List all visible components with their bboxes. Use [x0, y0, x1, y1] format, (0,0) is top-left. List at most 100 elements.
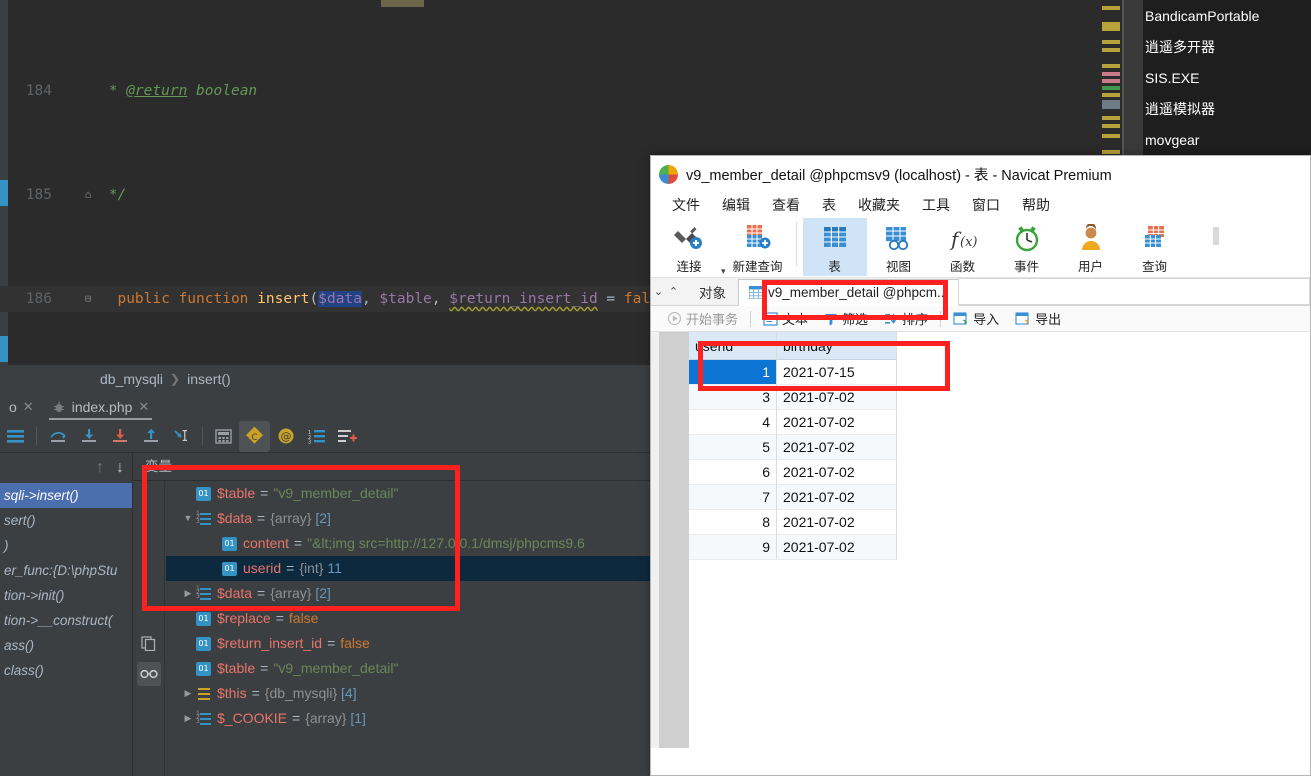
editor-tab-index-php[interactable]: index.php ✕ — [43, 393, 159, 420]
frame-item-3[interactable]: er_func:{D:\phpStu — [0, 558, 132, 583]
desktop-item-3[interactable]: 逍遥模拟器 — [1143, 93, 1311, 124]
fold-icon[interactable]: ⌂ — [80, 182, 96, 208]
cell-userid[interactable]: 7 — [689, 485, 777, 510]
object-tab-v9-member-detail[interactable]: v9_member_detail @phpcm... — [738, 278, 960, 306]
toolbar-query[interactable]: 查询 — [1123, 218, 1187, 276]
variables-list[interactable]: 01 $table = "v9_member_detail" ▼ 1 2 3 $data = {ar… — [166, 481, 650, 776]
begin-transaction-button[interactable]: 开始事务 — [659, 309, 746, 328]
toolbar-connection[interactable]: 连接 — [657, 218, 721, 276]
frame-item-4[interactable]: tion->init() — [0, 583, 132, 608]
variable-row-3[interactable]: 01 userid = {int} 11 — [166, 556, 650, 581]
watches-glasses-icon[interactable] — [136, 662, 161, 686]
chevron-down-icon[interactable]: ⌄ — [651, 285, 666, 298]
toolbar-view[interactable]: 视图 — [867, 218, 931, 276]
menu-item-7[interactable]: 帮助 — [1011, 195, 1061, 215]
copy-icon[interactable] — [137, 631, 161, 655]
menu-item-3[interactable]: 表 — [811, 195, 847, 215]
frame-down-icon[interactable]: ↓ — [116, 459, 124, 477]
menu-item-4[interactable]: 收藏夹 — [847, 195, 911, 215]
toolbar-new-query[interactable]: 新建查询 — [726, 218, 790, 276]
close-icon[interactable]: ✕ — [23, 399, 34, 415]
toolbar-overflow[interactable] — [1187, 218, 1251, 276]
frame-item-7[interactable]: class() — [0, 658, 132, 683]
table-row[interactable]: 1 2021-07-15 — [689, 360, 897, 385]
editor-tab-0[interactable]: o ✕ — [0, 393, 43, 420]
cell-birthday[interactable]: 2021-07-02 — [777, 510, 897, 535]
column-header-userid[interactable]: userid — [689, 332, 777, 360]
cell-userid[interactable]: 6 — [689, 460, 777, 485]
column-header-birthday[interactable]: birthday — [777, 332, 897, 360]
cell-userid[interactable]: 4 — [689, 410, 777, 435]
export-button[interactable]: 导出 — [1007, 309, 1069, 328]
cell-birthday[interactable]: 2021-07-02 — [777, 410, 897, 435]
fold-icon[interactable]: ⊟ — [80, 286, 96, 312]
breadcrumb-method[interactable]: insert() — [187, 371, 231, 387]
table-row[interactable]: 7 2021-07-02 — [689, 485, 897, 510]
variables-side-rail[interactable] — [133, 481, 165, 776]
frames-pane[interactable]: ↑ ↓ sqli->insert() sert()) er_func:{D:\php… — [0, 453, 133, 776]
table-row[interactable]: 9 2021-07-02 — [689, 535, 897, 560]
desktop-item-2[interactable]: SIS.EXE — [1143, 62, 1311, 93]
expand-arrow-icon[interactable]: ▶ — [180, 581, 196, 606]
import-button[interactable]: 导入 — [945, 309, 1007, 328]
expand-arrow-icon[interactable]: ▶ — [180, 706, 196, 731]
close-icon[interactable]: ✕ — [138, 399, 149, 415]
sort-button[interactable]: 排序 — [876, 309, 936, 328]
cell-userid[interactable]: 5 — [689, 435, 777, 460]
navicat-data-grid[interactable]: userid birthday 1 2021-07-15 3 2021-07-02 4 202… — [651, 332, 1310, 748]
chevron-up-icon[interactable]: ⌃ — [666, 285, 681, 298]
menu-item-6[interactable]: 窗口 — [961, 195, 1011, 215]
expand-arrow-icon[interactable]: ▼ — [180, 506, 196, 531]
cell-birthday[interactable]: 2021-07-02 — [777, 485, 897, 510]
toolbar-function[interactable]: f (x) 函数 — [931, 218, 995, 276]
navicat-title-bar[interactable]: v9_member_detail @phpcmsv9 (localhost) -… — [651, 156, 1310, 192]
variable-row-5[interactable]: 01 $replace = false — [166, 606, 650, 631]
navicat-object-bar[interactable]: ⌄ ⌃ 对象 v9_member_detail @phpcm... — [651, 278, 1310, 306]
grid-left-scroll-strip[interactable] — [651, 332, 659, 748]
run-to-cursor-icon[interactable] — [166, 421, 197, 452]
cell-userid[interactable]: 1 — [689, 360, 777, 385]
cell-birthday[interactable]: 2021-07-02 — [777, 385, 897, 410]
variable-row-6[interactable]: 01 $return_insert_id = false — [166, 631, 650, 656]
cell-birthday[interactable]: 2021-07-02 — [777, 460, 897, 485]
table-row[interactable]: 8 2021-07-02 — [689, 510, 897, 535]
toolbar-event[interactable]: 事件 — [995, 218, 1059, 276]
desktop-item-1[interactable]: 逍遥多开器 — [1143, 31, 1311, 62]
menu-icon[interactable] — [0, 421, 31, 452]
variable-row-8[interactable]: ▶ $this = {db_mysqli} [4] — [166, 681, 650, 706]
breadcrumb-class[interactable]: db_mysqli — [100, 371, 163, 387]
desktop-shortcut-list[interactable]: BandicamPortable 逍遥多开器 SIS.EXE 逍遥模拟器 movgear — [1143, 0, 1311, 155]
cell-userid[interactable]: 3 — [689, 385, 777, 410]
variable-row-1[interactable]: ▼ 1 2 3 $data = {array} [2] — [166, 506, 650, 531]
table-row[interactable]: 4 2021-07-02 — [689, 410, 897, 435]
force-step-into-icon[interactable] — [104, 421, 135, 452]
object-label[interactable]: 对象 — [681, 282, 738, 302]
step-into-icon[interactable] — [73, 421, 104, 452]
cell-userid[interactable]: 8 — [689, 510, 777, 535]
variable-row-0[interactable]: 01 $table = "v9_member_detail" — [166, 481, 650, 506]
cell-birthday[interactable]: 2021-07-02 — [777, 535, 897, 560]
navicat-grid-toolbar[interactable]: 开始事务 文本 筛选 排序 导入 导出 — [651, 306, 1310, 332]
menu-item-5[interactable]: 工具 — [911, 195, 961, 215]
debug-toolbar[interactable]: C @ 123 — [0, 420, 650, 453]
frame-item-5[interactable]: tion->__construct( — [0, 608, 132, 633]
frame-item-1[interactable]: sert() — [0, 508, 132, 533]
at-icon[interactable]: @ — [270, 421, 301, 452]
variable-row-9[interactable]: ▶ 1 2 3 $_COOKIE = {array} [1] — [166, 706, 650, 731]
add-watch-icon[interactable] — [332, 421, 363, 452]
menu-item-2[interactable]: 查看 — [761, 195, 811, 215]
frame-item-6[interactable]: ass() — [0, 633, 132, 658]
table-row[interactable]: 5 2021-07-02 — [689, 435, 897, 460]
cell-birthday[interactable]: 2021-07-15 — [777, 360, 897, 385]
frame-item-0[interactable]: sqli->insert() — [0, 483, 132, 508]
cell-userid[interactable]: 9 — [689, 535, 777, 560]
frame-item-2[interactable]: ) — [0, 533, 132, 558]
navicat-menu-bar[interactable]: 文件 编辑 查看表收藏夹 工具 窗口 帮助 — [651, 192, 1310, 218]
desktop-item-4[interactable]: movgear — [1143, 124, 1311, 155]
cell-birthday[interactable]: 2021-07-02 — [777, 435, 897, 460]
menu-item-0[interactable]: 文件 — [661, 195, 711, 215]
debug-tab-bar[interactable]: o ✕ index.php ✕ — [0, 393, 650, 420]
breadcrumb[interactable]: db_mysqli ❯ insert() — [0, 365, 650, 393]
numbered-list-icon[interactable]: 123 — [301, 421, 332, 452]
filter-button[interactable]: 筛选 — [816, 309, 876, 328]
